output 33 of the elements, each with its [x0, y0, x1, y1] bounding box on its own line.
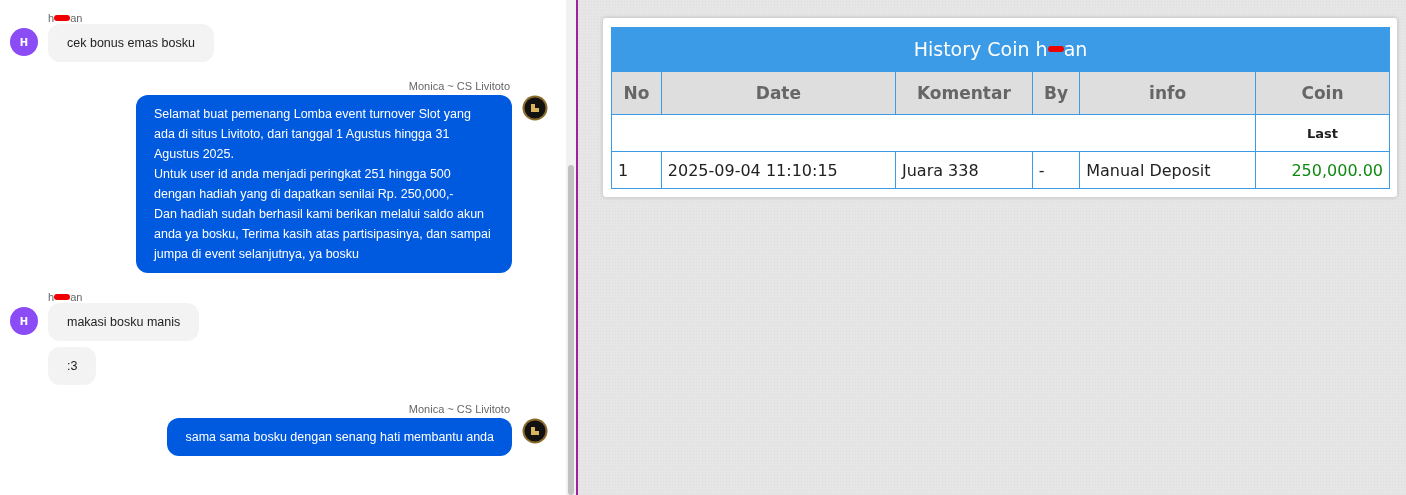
sender-name: Monica ~ CS Livitoto: [408, 80, 510, 92]
redaction-mark: [1047, 46, 1064, 52]
table-title: History Coin h an: [611, 27, 1390, 71]
message-bubble: Selamat buat pemenang Lomba event turnover Slot yang ada di situs Livitoto, dari tanggal 1 Agustus hingga 31 Agustus 2025. Untuk user id anda menjadi peringkat 251 hingga 500 dengan hadiah yang di dapatkan senilai Rp. 250,000,- Dan hadiah sudah berhasil kami berikan melalui saldo akun anda ya bosku, Terima kasih atas partisipasinya, dan sampai jumpa di event selanjutnya, ya bosku: [136, 95, 512, 273]
column-header: By: [1032, 71, 1080, 115]
message-bubble: cek bonus emas bosku: [48, 24, 214, 62]
column-header: No: [611, 71, 662, 115]
column-header: Date: [661, 71, 896, 115]
table-cell: 2025-09-04 11:10:15: [661, 151, 896, 189]
table-cell: Last: [1255, 114, 1390, 152]
redaction-mark: [54, 15, 71, 21]
column-header: Coin: [1255, 71, 1390, 115]
message-bubble: makasi bosku manis: [48, 303, 200, 341]
sender-name: Monica ~ CS Livitoto: [408, 403, 510, 415]
table-cell: Juara 338: [895, 151, 1033, 189]
column-header: Komentar: [895, 71, 1033, 115]
logo-icon: [522, 418, 548, 444]
avatar: H: [10, 28, 38, 56]
table-cell: 250,000.00: [1255, 151, 1390, 189]
column-header: info: [1079, 71, 1256, 115]
sender-name: h: [48, 12, 55, 24]
message-bubble: :3: [48, 347, 97, 385]
message-bubble: sama sama bosku dengan senang hati membantu anda: [167, 418, 512, 456]
sender-name: an: [70, 12, 83, 24]
avatar: H: [10, 307, 38, 335]
logo-icon: [522, 95, 548, 121]
redaction-mark: [54, 294, 71, 300]
table-cell: Manual Deposit: [1079, 151, 1256, 189]
sender-name: h: [48, 291, 55, 303]
table-cell: 1: [611, 151, 662, 189]
table-cell: -: [1032, 151, 1080, 189]
sender-name: an: [70, 291, 83, 303]
scrollbar[interactable]: [566, 0, 576, 495]
